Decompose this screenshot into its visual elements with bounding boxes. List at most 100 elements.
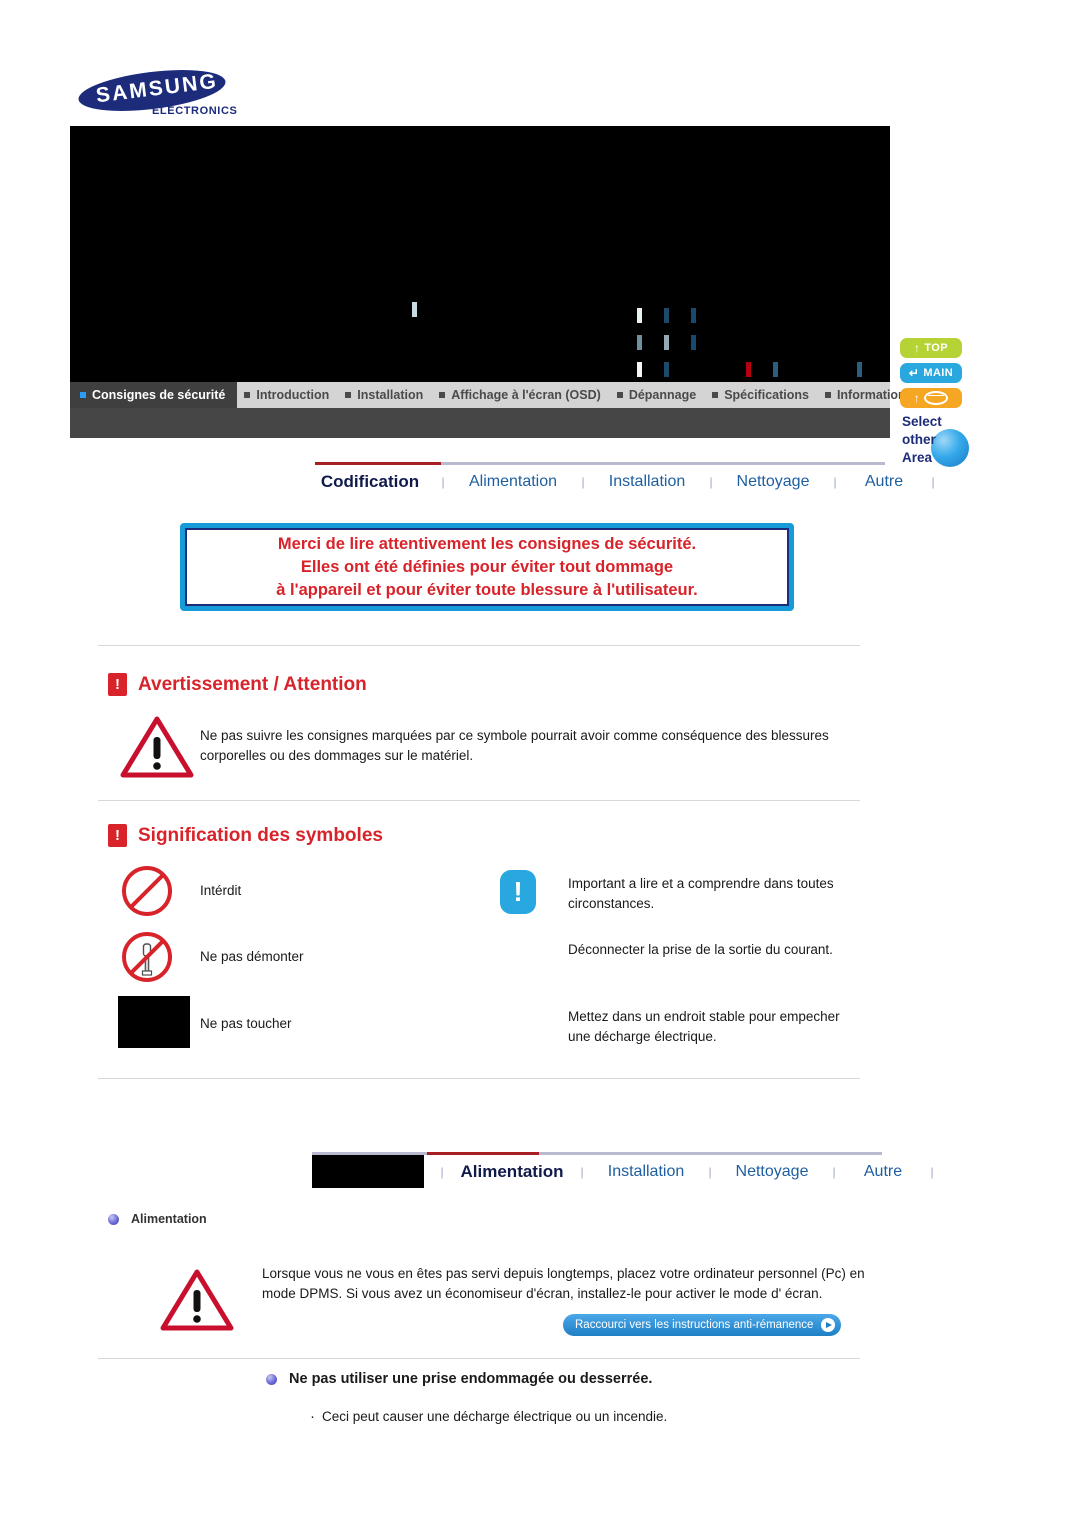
hero-banner-image xyxy=(70,126,890,382)
nav-item-label: Information xyxy=(836,388,906,402)
top-button[interactable]: ↑ TOP xyxy=(900,338,962,358)
subtab-installation[interactable]: Installation xyxy=(601,473,693,491)
subtab-separator: | xyxy=(580,1164,584,1179)
navigation-band xyxy=(70,408,890,438)
divider xyxy=(98,800,860,801)
top-button-label: TOP xyxy=(924,342,949,354)
symbol-label: Ne pas toucher xyxy=(200,1016,292,1031)
play-icon xyxy=(821,1318,836,1332)
bullet-icon xyxy=(80,392,86,398)
nav-item-label: Dépannage xyxy=(628,388,697,402)
divider xyxy=(98,1358,860,1359)
subtab-separator: | xyxy=(708,1164,712,1179)
hero-mark xyxy=(637,308,642,323)
nav-item-affichage-l-cran-osd[interactable]: Affichage à l'écran (OSD) xyxy=(432,382,610,408)
shortcut-label: Raccourci vers les instructions anti-rém… xyxy=(575,1319,814,1331)
subtabs-top: Codification | Alimentation | Installation | N… xyxy=(315,462,935,500)
select-area-line: Select xyxy=(902,414,942,429)
subtab-alimentation[interactable]: Alimentation xyxy=(460,1162,564,1182)
safety-banner: Merci de lire attentivement les consigne… xyxy=(180,523,794,611)
hero-mark xyxy=(691,308,696,323)
subtab-installation[interactable]: Installation xyxy=(600,1163,692,1181)
subtab-codification[interactable]: Codification xyxy=(315,472,425,492)
subtab-alimentation[interactable]: Alimentation xyxy=(461,473,565,491)
symbol-label: Important a lire et a comprendre dans to… xyxy=(568,876,834,911)
subtab-separator: | xyxy=(709,474,713,489)
subtab-separator: | xyxy=(581,474,585,489)
warning-body-text: Ne pas suivre les consignes marquées par… xyxy=(200,728,829,763)
hero-mark xyxy=(412,302,417,317)
warning-triangle-icon xyxy=(160,1268,234,1337)
bullet-icon xyxy=(244,392,251,398)
subtabs-bottom: Codification | Alimentation | Installation | N… xyxy=(312,1152,934,1190)
nav-item-consignes-de-s-curit[interactable]: Consignes de sécurité xyxy=(70,382,238,408)
warning-heading-label: Avertissement / Attention xyxy=(138,673,367,695)
subtab-separator: | xyxy=(930,1164,934,1179)
select-other-area-button[interactable]: Select other Area xyxy=(900,413,976,469)
bullet-icon xyxy=(345,392,352,398)
subtab-separator: | xyxy=(833,474,837,489)
nav-item-installation[interactable]: Installation xyxy=(338,382,432,408)
subtab-nettoyage[interactable]: Nettoyage xyxy=(729,473,817,491)
anti-burnin-shortcut-button[interactable]: Raccourci vers les instructions anti-rém… xyxy=(563,1314,842,1336)
banner-line: Elles ont été définies pour éviter tout … xyxy=(300,557,674,576)
subtab-autre[interactable]: Autre xyxy=(852,1163,914,1181)
bullet-dot-icon: · xyxy=(310,1408,315,1425)
subtab-separator: | xyxy=(832,1164,836,1179)
subtab-nettoyage[interactable]: Nettoyage xyxy=(728,1163,816,1181)
main-button[interactable]: ↵ MAIN xyxy=(900,363,962,383)
hero-mark xyxy=(664,308,669,323)
power-warning-detail-text: Ceci peut causer une décharge électrique… xyxy=(322,1409,668,1424)
divider xyxy=(98,645,860,646)
samsung-logo: SAMSUNG ELECTRONICS xyxy=(76,63,248,124)
select-other-area-label: Select other Area xyxy=(902,413,942,467)
book-icon xyxy=(924,391,949,405)
subtab-separator: | xyxy=(441,474,445,489)
nav-item-sp-cifications[interactable]: Spécifications xyxy=(705,382,818,408)
banner-line: Merci de lire attentivement les consigne… xyxy=(277,534,697,553)
exclamation-icon: ! xyxy=(108,673,127,696)
alimentation-heading: Alimentation xyxy=(108,1212,207,1226)
power-warning-detail: · Ceci peut causer une décharge électriqu… xyxy=(310,1408,667,1425)
hero-mark xyxy=(746,362,751,377)
side-button-group: ↑ TOP ↵ MAIN ↑ Select other Area xyxy=(900,338,976,469)
hero-mark xyxy=(637,362,642,377)
hero-mark xyxy=(691,335,696,350)
bullet-icon xyxy=(712,392,719,398)
hero-mark xyxy=(637,335,642,350)
bullet-icon xyxy=(616,392,623,398)
hero-mark xyxy=(857,362,862,377)
subtab-separator: | xyxy=(440,1164,444,1179)
prohibited-icon xyxy=(122,866,172,916)
arrow-up-icon: ↑ xyxy=(913,341,921,355)
nav-item-introduction[interactable]: Introduction xyxy=(237,382,338,408)
nav-item-label: Consignes de sécurité xyxy=(92,388,226,402)
bullet-sphere-icon xyxy=(266,1373,277,1385)
symbol-label: Intérdit xyxy=(200,883,242,898)
power-warning-heading: Ne pas utiliser une prise endommagée ou … xyxy=(266,1371,652,1387)
warning-heading: ! Avertissement / Attention xyxy=(108,673,367,696)
hero-mark xyxy=(773,362,778,377)
arrow-up-icon: ↑ xyxy=(913,391,921,405)
warning-triangle-icon xyxy=(120,715,194,784)
symbol-label: Déconnecter la prise de la sortie du cou… xyxy=(568,942,833,957)
alimentation-heading-label: Alimentation xyxy=(131,1212,207,1226)
information-icon: ! xyxy=(500,870,536,914)
hero-mark xyxy=(664,362,669,377)
symbols-heading: ! Signification des symboles xyxy=(108,824,383,847)
bullet-sphere-icon xyxy=(108,1213,119,1225)
subtab-separator: | xyxy=(931,474,935,489)
nav-item-label: Installation xyxy=(357,388,424,402)
safety-banner-inner: Merci de lire attentivement les consigne… xyxy=(185,528,789,606)
nav-item-d-pannage[interactable]: Dépannage xyxy=(610,382,705,408)
nav-item-label: Affichage à l'écran (OSD) xyxy=(451,388,601,402)
subtab-autre[interactable]: Autre xyxy=(853,473,915,491)
subtabs-bottom-row: Codification | Alimentation | Installation | N… xyxy=(312,1155,950,1188)
bullet-icon xyxy=(439,392,446,398)
select-area-line: other xyxy=(902,432,936,447)
hero-mark xyxy=(664,335,669,350)
bookmark-button[interactable]: ↑ xyxy=(900,388,962,408)
subtab-codification[interactable]: Codification xyxy=(312,1155,424,1188)
arrow-turn-icon: ↵ xyxy=(908,366,920,380)
divider xyxy=(98,1078,860,1079)
